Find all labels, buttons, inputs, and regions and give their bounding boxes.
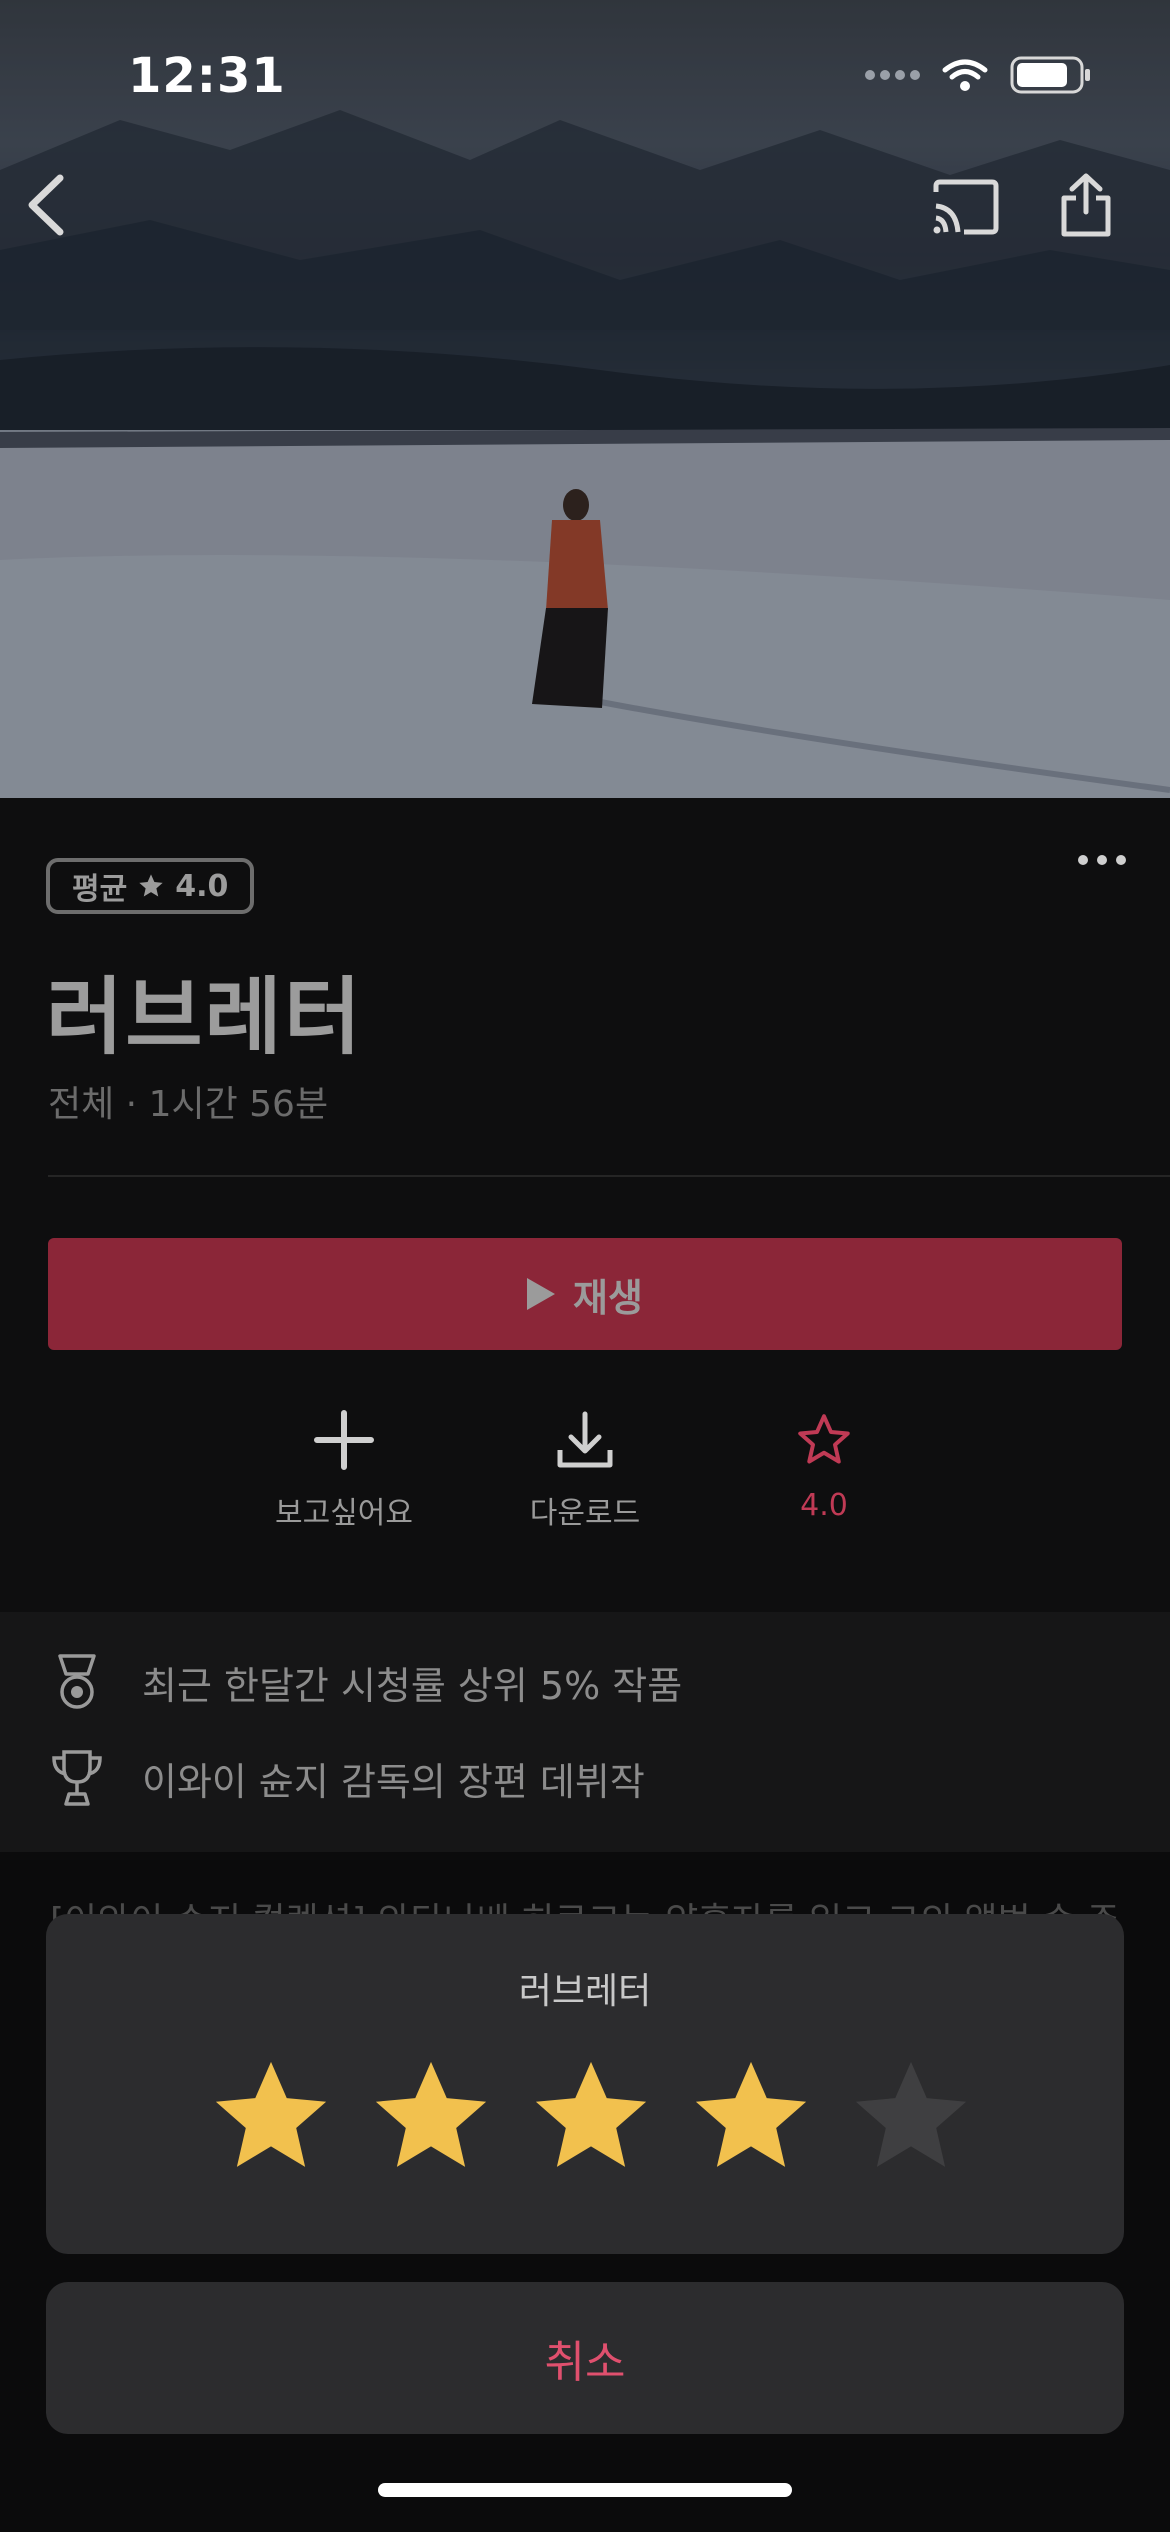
- status-time: 12:31: [128, 48, 286, 104]
- plus-icon: [314, 1410, 374, 1470]
- highlight-text: 최근 한달간 시청률 상위 5% 작품: [142, 1663, 683, 1708]
- movie-meta: 전체 · 1시간 56분: [48, 1084, 329, 1125]
- more-options-icon[interactable]: [1078, 855, 1126, 865]
- signal-icon: [865, 70, 920, 80]
- back-chevron-icon[interactable]: [22, 172, 68, 238]
- wishlist-label: 보고싶어요: [275, 1496, 413, 1531]
- average-rating-badge: 평균 4.0: [46, 858, 255, 914]
- download-label: 다운로드: [529, 1496, 641, 1531]
- download-icon: [557, 1411, 613, 1468]
- badge-prefix: 평균: [72, 872, 128, 907]
- cast-icon[interactable]: [930, 178, 1000, 236]
- star-icon[interactable]: [526, 2054, 656, 2180]
- play-icon: [527, 1278, 556, 1310]
- battery-icon: [1010, 56, 1090, 94]
- star-icon[interactable]: [846, 2054, 976, 2180]
- star-icon: [139, 874, 163, 897]
- wishlist-button[interactable]: 보고싶어요: [224, 1410, 464, 1532]
- highlight-row: 이와이 슌지 감독의 장편 데뷔작: [50, 1748, 645, 1808]
- highlight-text: 이와이 슌지 감독의 장편 데뷔작: [142, 1759, 645, 1804]
- hero-image: [0, 0, 1170, 798]
- star-icon[interactable]: [366, 2054, 496, 2180]
- star-outline-icon: [798, 1414, 850, 1464]
- star-icon[interactable]: [206, 2054, 336, 2180]
- home-indicator: [378, 2483, 792, 2497]
- wifi-icon: [942, 59, 988, 91]
- rating-sheet-title: 러브레터: [518, 1971, 652, 2012]
- share-icon[interactable]: [1058, 172, 1114, 238]
- play-button[interactable]: 재생: [48, 1238, 1122, 1350]
- badge-value: 4.0: [175, 868, 229, 904]
- rating-sheet: 러브레터: [46, 1914, 1124, 2254]
- star-rating[interactable]: [206, 2054, 976, 2180]
- medal-icon: [58, 1654, 96, 1709]
- divider: [48, 1175, 1170, 1177]
- play-label: 재생: [573, 1275, 643, 1320]
- cancel-button[interactable]: 취소: [46, 2282, 1124, 2434]
- my-rating-value: 4.0: [800, 1488, 848, 1523]
- movie-title: 러브레터: [46, 968, 364, 1066]
- hero-overlay: [0, 0, 1170, 798]
- my-rating-button[interactable]: 4.0: [704, 1410, 944, 1523]
- highlight-row: 최근 한달간 시청률 상위 5% 작품: [50, 1652, 682, 1712]
- star-icon[interactable]: [686, 2054, 816, 2180]
- highlights-box: [0, 1612, 1170, 1852]
- trophy-icon: [52, 1750, 102, 1806]
- download-button[interactable]: 다운로드: [465, 1410, 705, 1532]
- status-icons: [865, 56, 1092, 94]
